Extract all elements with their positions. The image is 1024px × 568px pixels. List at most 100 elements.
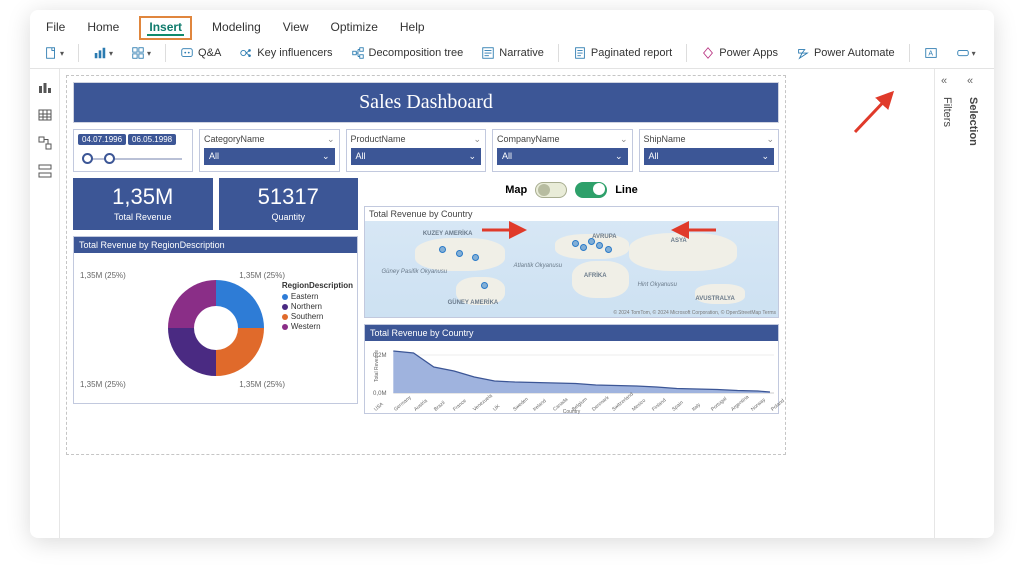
chevron-down-icon[interactable]: ⌄ <box>761 151 769 162</box>
filters-pane-tab[interactable]: Filters <box>941 97 953 127</box>
line-toggle[interactable] <box>575 182 607 198</box>
ribbon-tree-label: Decomposition tree <box>369 47 464 59</box>
slicer-header: ProductName <box>351 134 406 145</box>
report-page: Sales Dashboard 04.07.199606.05.1998 Cat… <box>66 75 786 455</box>
chevron-down-icon: ▾ <box>972 49 976 58</box>
ytick: 0,0M <box>373 391 386 397</box>
slicer-product[interactable]: ProductName⌄ All⌄ <box>346 129 487 172</box>
kpi-quantity: 51317 Quantity <box>219 178 359 230</box>
map-visual[interactable]: Total Revenue by Country <box>364 206 779 318</box>
chevron-down-icon: ⌄ <box>620 134 628 145</box>
ribbon-power-automate[interactable]: Power Automate <box>792 44 899 62</box>
ribbon-more-visuals[interactable]: ▾ <box>127 44 155 62</box>
menu-tab-optimize[interactable]: Optimize <box>329 16 380 40</box>
paginated-icon <box>573 46 587 60</box>
ribbon-decomposition-tree[interactable]: Decomposition tree <box>347 44 468 62</box>
chevron-down-icon: ▾ <box>147 49 151 58</box>
legend-item: Southern <box>291 312 323 321</box>
ribbon-ki-label: Key influencers <box>257 47 332 59</box>
map-toggle-label: Map <box>505 184 527 196</box>
slicer-header: CategoryName <box>204 134 265 145</box>
ribbon-qa[interactable]: Q&A <box>176 44 225 62</box>
date-from[interactable]: 04.07.1996 <box>78 134 126 145</box>
line-xlabel: Country <box>563 409 581 415</box>
map-title: Total Revenue by Country <box>365 207 778 221</box>
chevron-down-icon[interactable]: ⌄ <box>615 151 623 162</box>
slicer-company[interactable]: CompanyName⌄ All⌄ <box>492 129 633 172</box>
donut-datalabel: 1,35M (25%) <box>80 380 126 389</box>
legend-item: Eastern <box>291 292 319 301</box>
collapse-icon[interactable]: « <box>941 75 947 87</box>
menu-tab-view[interactable]: View <box>281 16 311 40</box>
ribbon-power-apps[interactable]: Power Apps <box>697 44 782 62</box>
menu-tab-file[interactable]: File <box>44 16 67 40</box>
slicer-category[interactable]: CategoryName ⌄ All ⌄ <box>199 129 340 172</box>
key-influencers-icon <box>239 46 253 60</box>
menu-bar: File Home Insert Modeling View Optimize … <box>30 10 994 40</box>
ribbon-new-visual[interactable]: ▾ <box>89 44 117 62</box>
narrative-icon <box>481 46 495 60</box>
left-nav <box>30 69 60 538</box>
dax-view-icon[interactable] <box>37 163 53 179</box>
map-body[interactable]: KUZEY AMERİKA GÜNEY AMERİKA AVRUPA AFRİK… <box>365 221 778 317</box>
report-view-icon[interactable] <box>37 79 53 95</box>
ribbon-narrative[interactable]: Narrative <box>477 44 548 62</box>
slicer-row: 04.07.199606.05.1998 CategoryName⌄ All⌄ … <box>73 129 779 172</box>
line-toggle-label: Line <box>615 184 638 196</box>
slider-handle-right[interactable] <box>104 153 115 164</box>
menu-tab-home[interactable]: Home <box>85 16 121 40</box>
menu-tab-help[interactable]: Help <box>398 16 427 40</box>
date-slicer[interactable]: 04.07.199606.05.1998 <box>73 129 193 172</box>
donut-datalabel: 1,35M (25%) <box>239 380 285 389</box>
chevron-down-icon[interactable]: ⌄ <box>322 151 330 162</box>
menu-tab-modeling[interactable]: Modeling <box>210 16 263 40</box>
donut-datalabel: 1,35M (25%) <box>239 271 285 280</box>
map-toggle[interactable] <box>535 182 567 198</box>
page-title: Sales Dashboard <box>73 82 779 123</box>
right-panes: « « Filters Selection <box>934 69 994 538</box>
map-label: GÜNEY AMERİKA <box>448 300 499 306</box>
selection-pane-tab[interactable]: Selection <box>967 97 979 146</box>
ribbon: ▾ ▾ ▾ Q&A Key influencers Decomposition … <box>30 40 994 69</box>
ribbon-paut-label: Power Automate <box>814 47 895 59</box>
power-automate-icon <box>796 46 810 60</box>
ribbon-text-box[interactable]: A <box>920 44 942 62</box>
model-view-icon[interactable] <box>37 135 53 151</box>
date-to[interactable]: 06.05.1998 <box>128 134 176 145</box>
grid-icon <box>131 46 145 60</box>
legend-item: Northern <box>291 302 322 311</box>
chevron-down-icon: ⌄ <box>327 134 335 145</box>
qa-icon <box>180 46 194 60</box>
collapse-icon[interactable]: « <box>967 75 973 87</box>
donut-chart <box>168 280 264 376</box>
ribbon-shapes[interactable]: ▾ <box>990 44 994 62</box>
line-chart: 0,2M 0,0M <box>369 345 774 403</box>
chevron-down-icon[interactable]: ⌄ <box>468 151 476 162</box>
menu-tab-insert[interactable]: Insert <box>139 16 192 40</box>
chevron-down-icon: ▾ <box>109 49 113 58</box>
ribbon-new-page[interactable]: ▾ <box>40 44 68 62</box>
donut-datalabel: 1,35M (25%) <box>80 271 126 280</box>
svg-text:A: A <box>928 51 933 58</box>
chart-icon <box>93 46 107 60</box>
page-icon <box>44 46 58 60</box>
donut-visual[interactable]: Total Revenue by RegionDescription 1,35M… <box>73 236 358 404</box>
report-canvas[interactable]: Sales Dashboard 04.07.199606.05.1998 Cat… <box>60 69 934 538</box>
slicer-value: All <box>649 151 659 162</box>
slicer-shipname[interactable]: ShipName⌄ All⌄ <box>639 129 780 172</box>
slicer-header: CompanyName <box>497 134 560 145</box>
table-view-icon[interactable] <box>37 107 53 123</box>
legend-item: Western <box>291 322 321 331</box>
date-slider[interactable] <box>78 149 188 167</box>
line-title: Total Revenue by Country <box>365 325 778 341</box>
app-window: File Home Insert Modeling View Optimize … <box>30 10 994 538</box>
map-label: AFRİKA <box>584 273 607 279</box>
slicer-value: All <box>209 151 219 162</box>
ribbon-buttons[interactable]: ▾ <box>952 44 980 62</box>
slicer-value: All <box>356 151 366 162</box>
line-visual[interactable]: Total Revenue by Country Total Revenue 0… <box>364 324 779 414</box>
ribbon-key-influencers[interactable]: Key influencers <box>235 44 336 62</box>
slider-handle-left[interactable] <box>82 153 93 164</box>
ribbon-paginated-report[interactable]: Paginated report <box>569 44 676 62</box>
ribbon-narr-label: Narrative <box>499 47 544 59</box>
